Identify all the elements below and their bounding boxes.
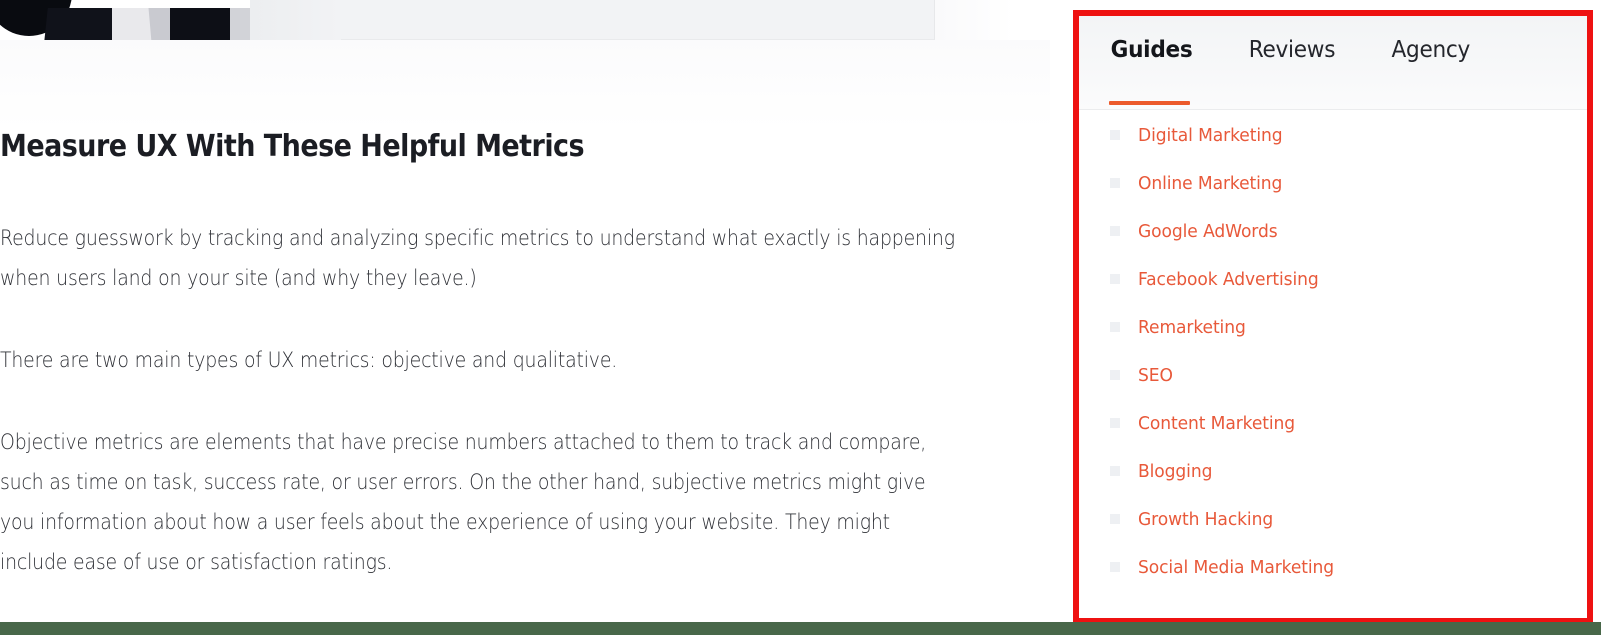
- square-bullet-icon: [1110, 418, 1120, 428]
- list-item[interactable]: Content Marketing: [1078, 399, 1588, 447]
- active-tab-underline: [1109, 101, 1190, 105]
- sidebar-link[interactable]: Digital Marketing: [1138, 125, 1283, 146]
- list-item[interactable]: Digital Marketing: [1078, 111, 1588, 159]
- list-item[interactable]: Facebook Advertising: [1078, 255, 1588, 303]
- square-bullet-icon: [1110, 562, 1120, 572]
- page-title: Measure UX With These Helpful Metrics: [0, 129, 585, 164]
- article-paragraph-1: Reduce guesswork by tracking and analyzi…: [0, 226, 955, 290]
- page-background-wash: [0, 40, 1050, 130]
- list-item[interactable]: Online Marketing: [1078, 159, 1588, 207]
- tab-guides[interactable]: Guides: [1111, 37, 1193, 63]
- list-item[interactable]: SEO: [1078, 351, 1588, 399]
- hero-photo-shape-fade: [250, 0, 341, 40]
- sidebar-widget: Guides Reviews Agency Digital Marketing Onl…: [1073, 10, 1593, 624]
- sidebar-tabs: Guides Reviews Agency: [1108, 37, 1473, 63]
- square-bullet-icon: [1110, 322, 1120, 332]
- sidebar-link[interactable]: Facebook Advertising: [1138, 269, 1319, 290]
- square-bullet-icon: [1110, 226, 1120, 236]
- sidebar-link[interactable]: Social Media Marketing: [1138, 557, 1334, 578]
- sidebar-link[interactable]: Growth Hacking: [1138, 509, 1273, 530]
- square-bullet-icon: [1110, 514, 1120, 524]
- list-item[interactable]: Blogging: [1078, 447, 1588, 495]
- sidebar-link[interactable]: Google AdWords: [1138, 221, 1278, 242]
- sidebar-tabs-header: Guides Reviews Agency: [1078, 15, 1588, 110]
- sidebar-link-list: Digital Marketing Online Marketing Google …: [1078, 111, 1588, 591]
- list-item[interactable]: Social Media Marketing: [1078, 543, 1588, 591]
- hero-photo: [0, 0, 341, 40]
- article-paragraph-2: There are two main types of UX metrics: …: [0, 348, 618, 372]
- sidebar-link[interactable]: Blogging: [1138, 461, 1212, 482]
- list-item[interactable]: Remarketing: [1078, 303, 1588, 351]
- hero-photo-shape-shoulder-right: [170, 8, 234, 40]
- list-item[interactable]: Google AdWords: [1078, 207, 1588, 255]
- hero-band: [341, 0, 935, 40]
- sidebar-link[interactable]: Content Marketing: [1138, 413, 1295, 434]
- square-bullet-icon: [1110, 130, 1120, 140]
- tab-reviews[interactable]: Reviews: [1249, 37, 1336, 63]
- sidebar-link[interactable]: SEO: [1138, 365, 1173, 386]
- tab-agency[interactable]: Agency: [1392, 37, 1471, 63]
- list-item[interactable]: Growth Hacking: [1078, 495, 1588, 543]
- bottom-accent-bar: [0, 622, 1601, 635]
- sidebar-link[interactable]: Online Marketing: [1138, 173, 1282, 194]
- square-bullet-icon: [1110, 370, 1120, 380]
- sidebar-inner: Guides Reviews Agency Digital Marketing Onl…: [1078, 15, 1588, 619]
- article-column: Measure UX With These Helpful Metrics Re…: [0, 0, 1050, 635]
- page-root: Measure UX With These Helpful Metrics Re…: [0, 0, 1601, 635]
- square-bullet-icon: [1110, 466, 1120, 476]
- square-bullet-icon: [1110, 178, 1120, 188]
- sidebar-link[interactable]: Remarketing: [1138, 317, 1246, 338]
- square-bullet-icon: [1110, 274, 1120, 284]
- article-paragraph-3: Objective metrics are elements that have…: [0, 430, 927, 574]
- hero-band-tail: [935, 0, 1050, 40]
- hero-photo-shape-edge: [230, 8, 252, 40]
- article-body: Measure UX With These Helpful Metrics Re…: [0, 128, 960, 582]
